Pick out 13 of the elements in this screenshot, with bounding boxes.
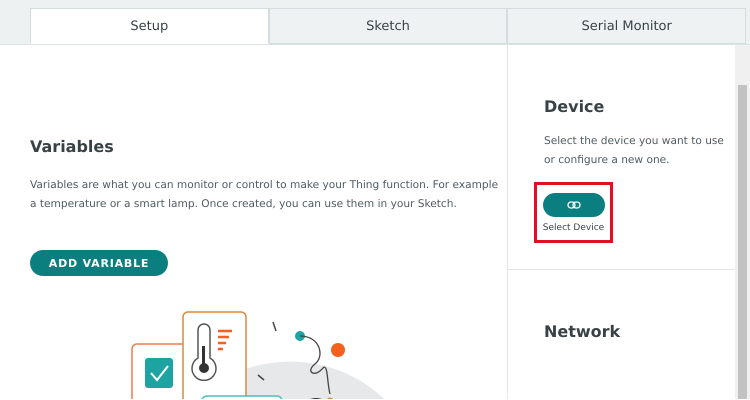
button-caption: Select Device	[542, 222, 604, 232]
scrollbar-thumb[interactable]	[738, 85, 747, 399]
tab[interactable]: Serial Monitor	[507, 8, 746, 44]
tab[interactable]: Setup	[30, 8, 269, 44]
section-title: Network	[544, 322, 622, 341]
select-device-button[interactable]	[542, 192, 604, 216]
description: Select the device you want to use or configure a new one.	[544, 134, 725, 168]
section-title: Variables	[30, 137, 115, 156]
tab[interactable]: Sketch	[268, 8, 508, 44]
link-icon	[566, 200, 580, 208]
add-variable-button[interactable]: ADD VARIABLE	[30, 250, 168, 276]
section-title: Device	[544, 97, 606, 116]
description: Variables are what you can monitor or control to make your Thing function. For example a temperature or a smart lamp. Once created, you can use them in your Sketch.	[30, 178, 500, 212]
